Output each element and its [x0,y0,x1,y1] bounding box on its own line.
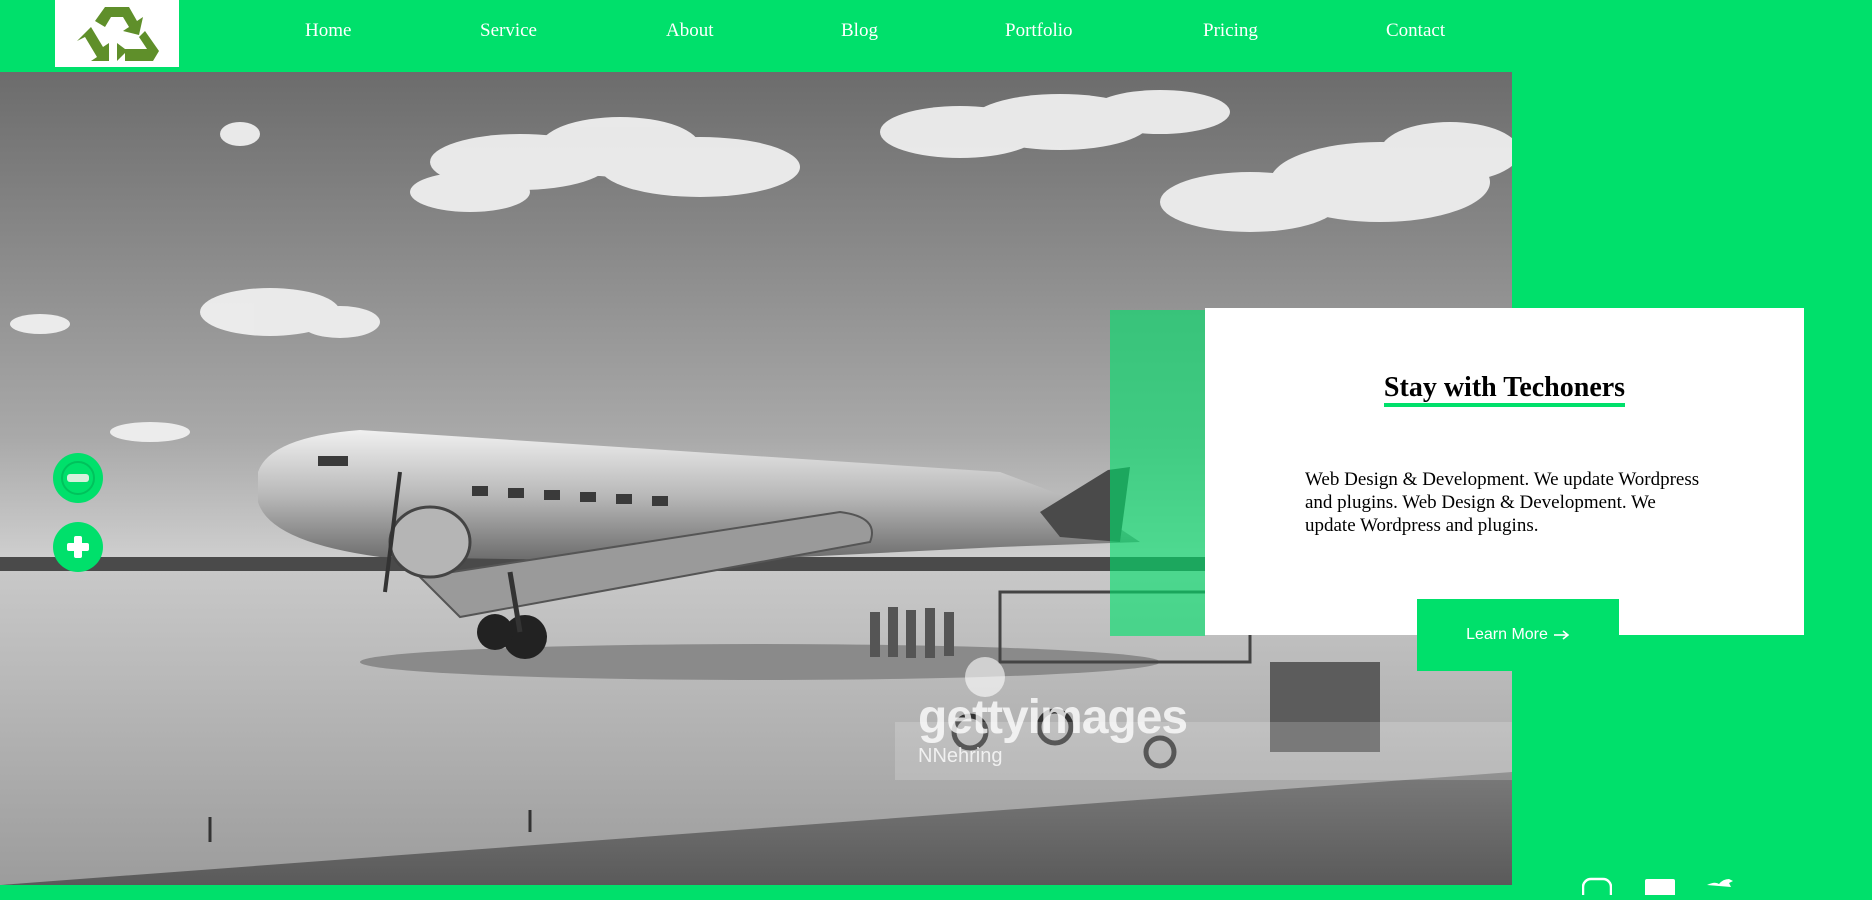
learn-more-button[interactable]: Learn More [1417,599,1619,671]
card-title: Stay with Techoners [1205,372,1804,407]
card-title-text: Stay with Techoners [1383,372,1626,407]
plus-icon [67,536,89,558]
nav-portfolio[interactable]: Portfolio [1005,20,1073,42]
zoom-in-button[interactable] [53,522,103,572]
promo-card: Stay with Techoners Web Design & Develop… [1205,308,1804,635]
top-navigation: Home Service About Blog Portfolio Pricin… [0,0,1512,67]
nav-contact[interactable]: Contact [1386,20,1445,42]
nav-pricing[interactable]: Pricing [1203,20,1258,42]
zoom-out-button[interactable] [53,453,103,503]
instagram-icon[interactable] [1581,875,1613,900]
learn-more-label: Learn More [1466,626,1548,643]
minus-icon [61,461,95,495]
linkedin-icon[interactable] [1645,875,1675,899]
nav-home[interactable]: Home [305,20,351,42]
nav-service[interactable]: Service [480,20,537,42]
card-accent-panel [1110,310,1205,636]
watermark-brand: gettyimages [918,691,1188,744]
watermark-credit: NNehring [918,745,1003,767]
nav-blog[interactable]: Blog [841,20,878,42]
recycle-icon [77,6,159,61]
nav-about[interactable]: About [666,20,714,42]
arrow-right-icon [1553,630,1570,640]
twitter-icon[interactable] [1705,875,1735,895]
site-logo[interactable] [55,0,179,67]
card-description: Web Design & Development. We update Word… [1305,469,1700,536]
